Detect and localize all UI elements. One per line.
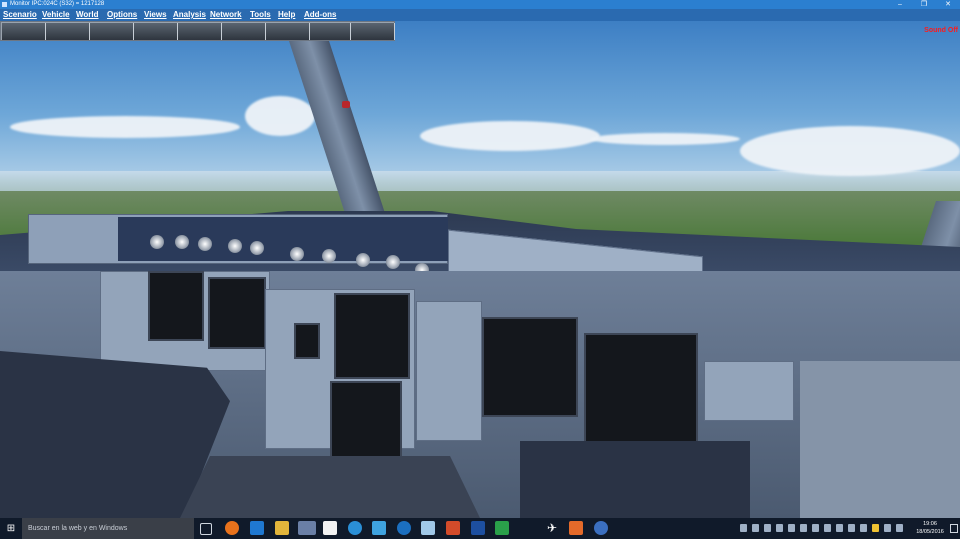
menu-tools[interactable]: Tools (250, 9, 271, 21)
start-button[interactable]: ⊞ (0, 518, 22, 539)
nd-right (482, 317, 578, 417)
app-icon[interactable] (421, 521, 435, 535)
menu-bar: Scenario Vehicle World Options Views Ana… (0, 9, 960, 21)
view-thumbnail[interactable] (2, 23, 46, 40)
menu-add-ons[interactable]: Add-ons (304, 9, 336, 21)
vs-knob[interactable] (322, 249, 336, 263)
pfd-right (584, 333, 698, 443)
efis-right-knob[interactable] (356, 253, 370, 267)
menu-views[interactable]: Views (144, 9, 167, 21)
nd-left (208, 277, 266, 349)
menu-analysis[interactable]: Analysis (173, 9, 206, 21)
tray-icon[interactable] (812, 524, 819, 532)
network-icon[interactable] (884, 524, 891, 532)
fsuipc-icon[interactable] (594, 521, 608, 535)
menu-vehicle[interactable]: Vehicle (42, 9, 70, 21)
window-title: Monitor IPC:024C (S32) = 1217128 (10, 1, 105, 7)
view-thumbnail[interactable] (310, 23, 351, 40)
app-icon[interactable] (372, 521, 386, 535)
app-icon[interactable] (348, 521, 362, 535)
app-icon[interactable] (397, 521, 411, 535)
first-officer-side-panel (800, 361, 960, 518)
baro-knob[interactable] (150, 235, 164, 249)
view-thumbnail[interactable] (351, 23, 395, 40)
heading-knob[interactable] (250, 241, 264, 255)
cloud (590, 133, 740, 145)
vatsim-icon[interactable] (471, 521, 485, 535)
notification-icon[interactable] (950, 524, 958, 533)
airplane-icon[interactable]: ✈ (545, 521, 559, 535)
app-icon[interactable] (569, 521, 583, 535)
tray-icon[interactable] (848, 524, 855, 532)
view-thumbnail[interactable] (134, 23, 178, 40)
efis-right-range-knob[interactable] (386, 255, 400, 269)
first-officer-knee-area (520, 441, 750, 518)
sound-status: Sound Off (924, 27, 958, 34)
menu-options[interactable]: Options (107, 9, 137, 21)
tray-icon[interactable] (860, 524, 867, 532)
windows-taskbar: ⊞ Buscar en la web y en Windows ✈ 19:06 … (0, 518, 960, 539)
close-button[interactable]: ✕ (941, 0, 955, 9)
view-thumbnail[interactable] (46, 23, 90, 40)
firefox-icon[interactable] (225, 521, 239, 535)
flight-control-unit[interactable] (118, 217, 448, 261)
standby-instrument (294, 323, 320, 359)
menu-world[interactable]: World (76, 9, 99, 21)
file-explorer-icon[interactable] (275, 521, 289, 535)
tray-icon[interactable] (764, 524, 771, 532)
altitude-knob[interactable] (290, 247, 304, 261)
flight-sim-view[interactable] (0, 21, 960, 518)
view-thumbnail[interactable] (266, 23, 310, 40)
pfd-left (148, 271, 204, 341)
tray-icon[interactable] (752, 524, 759, 532)
view-thumbnail-strip (0, 21, 395, 41)
ewd-upper-ecam (334, 293, 410, 379)
va-icon[interactable] (446, 521, 460, 535)
nd-range-knob[interactable] (198, 237, 212, 251)
minimize-button[interactable]: – (893, 0, 907, 9)
taskbar-clock[interactable]: 19:06 18/05/2016 (914, 520, 946, 536)
menu-help[interactable]: Help (278, 9, 295, 21)
view-thumbnail[interactable] (90, 23, 134, 40)
view-thumbnail[interactable] (178, 23, 222, 40)
cloud (740, 126, 960, 176)
tray-icon[interactable] (800, 524, 807, 532)
maximize-button[interactable]: ❐ (917, 0, 931, 9)
first-officer-panel (704, 361, 794, 421)
cloud (10, 116, 240, 138)
clock-date: 18/05/2016 (916, 529, 944, 535)
xls-icon[interactable] (495, 521, 509, 535)
notion-icon[interactable] (323, 521, 337, 535)
edge-icon[interactable] (250, 521, 264, 535)
menu-scenario[interactable]: Scenario (3, 9, 37, 21)
warning-light (342, 101, 350, 108)
cloud (245, 96, 315, 136)
task-view-icon[interactable] (200, 523, 212, 535)
clock-time: 19:06 (923, 521, 937, 527)
speed-knob[interactable] (228, 239, 242, 253)
nd-mode-knob[interactable] (175, 235, 189, 249)
tray-icon[interactable] (872, 524, 879, 532)
tray-icon[interactable] (776, 524, 783, 532)
cloud (420, 121, 600, 151)
menu-network[interactable]: Network (210, 9, 242, 21)
tray-icon[interactable] (740, 524, 747, 532)
volume-icon[interactable] (896, 524, 903, 532)
pedestal-mcdu[interactable] (180, 456, 480, 518)
tray-icon[interactable] (788, 524, 795, 532)
tray-icon[interactable] (824, 524, 831, 532)
window-titlebar: Monitor IPC:024C (S32) = 1217128 – ❐ ✕ (0, 0, 960, 9)
tray-icon[interactable] (836, 524, 843, 532)
prepar3d-icon[interactable] (298, 521, 316, 535)
app-icon (2, 2, 7, 7)
landing-gear-panel (416, 301, 482, 441)
search-box[interactable]: Buscar en la web y en Windows (22, 518, 194, 539)
view-thumbnail[interactable] (222, 23, 266, 40)
